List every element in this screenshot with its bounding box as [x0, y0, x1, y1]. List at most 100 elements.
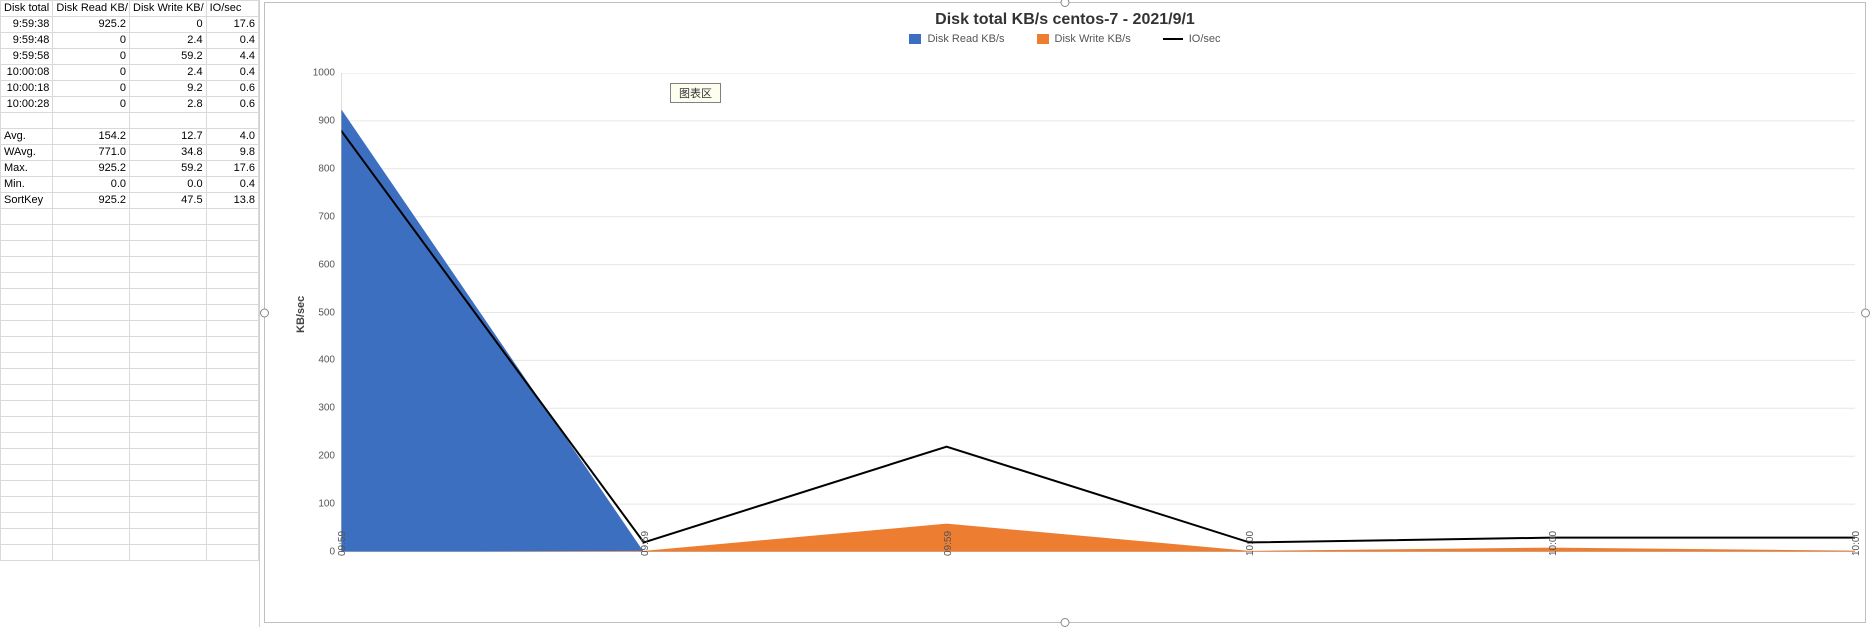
cell[interactable]	[1, 481, 53, 497]
write-cell[interactable]: 0	[130, 17, 207, 33]
stat-read[interactable]: 154.2	[53, 129, 130, 145]
cell[interactable]	[206, 305, 258, 321]
stat-io[interactable]: 13.8	[206, 193, 258, 209]
cell[interactable]	[1, 305, 53, 321]
cell[interactable]	[1, 513, 53, 529]
write-cell[interactable]: 2.4	[130, 65, 207, 81]
cell[interactable]	[206, 241, 258, 257]
cell[interactable]	[130, 433, 207, 449]
stat-read[interactable]: 0.0	[53, 177, 130, 193]
cell[interactable]	[53, 449, 130, 465]
cell[interactable]	[53, 241, 130, 257]
cell[interactable]	[1, 257, 53, 273]
stat-io[interactable]: 4.0	[206, 129, 258, 145]
cell[interactable]	[53, 513, 130, 529]
read-cell[interactable]: 0	[53, 65, 130, 81]
cell[interactable]	[1, 209, 53, 225]
col-header-3[interactable]: IO/sec	[206, 1, 258, 17]
cell[interactable]	[1, 369, 53, 385]
stat-read[interactable]: 925.2	[53, 193, 130, 209]
cell[interactable]	[206, 449, 258, 465]
cell[interactable]	[206, 465, 258, 481]
cell[interactable]	[206, 385, 258, 401]
cell[interactable]	[206, 209, 258, 225]
cell[interactable]	[206, 481, 258, 497]
time-cell[interactable]: 9:59:58	[1, 49, 53, 65]
stat-read[interactable]: 925.2	[53, 161, 130, 177]
cell[interactable]	[206, 289, 258, 305]
write-cell[interactable]: 59.2	[130, 49, 207, 65]
cell[interactable]	[130, 289, 207, 305]
stat-write[interactable]: 12.7	[130, 129, 207, 145]
cell[interactable]	[1, 401, 53, 417]
cell[interactable]	[130, 401, 207, 417]
cell[interactable]	[1, 241, 53, 257]
cell[interactable]	[130, 209, 207, 225]
stat-write[interactable]: 47.5	[130, 193, 207, 209]
col-header-2[interactable]: Disk Write KB/	[130, 1, 207, 17]
cell[interactable]	[130, 529, 207, 545]
stat-label[interactable]: SortKey	[1, 193, 53, 209]
read-cell[interactable]: 0	[53, 33, 130, 49]
cell[interactable]	[206, 497, 258, 513]
read-cell[interactable]: 0	[53, 81, 130, 97]
cell[interactable]	[1, 417, 53, 433]
cell[interactable]	[1, 433, 53, 449]
time-cell[interactable]: 10:00:28	[1, 97, 53, 113]
cell[interactable]	[130, 449, 207, 465]
cell[interactable]	[53, 465, 130, 481]
io-cell[interactable]: 0.6	[206, 97, 258, 113]
cell[interactable]	[130, 241, 207, 257]
data-table[interactable]: Disk totalDisk Read KB/Disk Write KB/IO/…	[0, 0, 259, 561]
io-cell[interactable]: 0.6	[206, 81, 258, 97]
cell[interactable]	[53, 273, 130, 289]
col-header-1[interactable]: Disk Read KB/	[53, 1, 130, 17]
cell[interactable]	[1, 273, 53, 289]
cell[interactable]	[130, 497, 207, 513]
stat-label[interactable]: Avg.	[1, 129, 53, 145]
write-cell[interactable]: 9.2	[130, 81, 207, 97]
time-cell[interactable]: 9:59:48	[1, 33, 53, 49]
cell[interactable]	[206, 529, 258, 545]
chart-resize-handle-left[interactable]	[260, 308, 269, 317]
stat-label[interactable]: Max.	[1, 161, 53, 177]
stat-label[interactable]: Min.	[1, 177, 53, 193]
time-cell[interactable]: 10:00:18	[1, 81, 53, 97]
cell[interactable]	[206, 257, 258, 273]
cell[interactable]	[1, 545, 53, 561]
cell[interactable]	[206, 433, 258, 449]
series-disk-read[interactable]	[341, 109, 1855, 552]
stat-label[interactable]: WAvg.	[1, 145, 53, 161]
stat-write[interactable]: 0.0	[130, 177, 207, 193]
cell[interactable]	[53, 497, 130, 513]
read-cell[interactable]: 0	[53, 49, 130, 65]
cell[interactable]	[206, 353, 258, 369]
cell[interactable]	[206, 337, 258, 353]
cell[interactable]	[53, 257, 130, 273]
cell[interactable]	[130, 369, 207, 385]
cell[interactable]	[130, 321, 207, 337]
cell[interactable]	[1, 385, 53, 401]
chart-plot-area[interactable]	[341, 73, 1855, 552]
stat-write[interactable]: 34.8	[130, 145, 207, 161]
cell[interactable]	[1, 353, 53, 369]
chart-resize-handle-right[interactable]	[1861, 308, 1870, 317]
time-cell[interactable]: 9:59:38	[1, 17, 53, 33]
write-cell[interactable]: 2.4	[130, 33, 207, 49]
cell[interactable]	[53, 353, 130, 369]
read-cell[interactable]: 925.2	[53, 17, 130, 33]
cell[interactable]	[53, 305, 130, 321]
cell[interactable]	[1, 337, 53, 353]
write-cell[interactable]: 2.8	[130, 97, 207, 113]
cell[interactable]	[53, 225, 130, 241]
io-cell[interactable]: 4.4	[206, 49, 258, 65]
cell[interactable]	[53, 385, 130, 401]
cell[interactable]	[206, 369, 258, 385]
cell[interactable]	[130, 305, 207, 321]
data-grid[interactable]: Disk totalDisk Read KB/Disk Write KB/IO/…	[0, 0, 260, 627]
cell[interactable]	[130, 417, 207, 433]
cell[interactable]	[130, 113, 207, 129]
cell[interactable]	[53, 401, 130, 417]
cell[interactable]	[53, 417, 130, 433]
chart-object[interactable]: Disk total KB/s centos-7 - 2021/9/1 Disk…	[264, 2, 1866, 623]
